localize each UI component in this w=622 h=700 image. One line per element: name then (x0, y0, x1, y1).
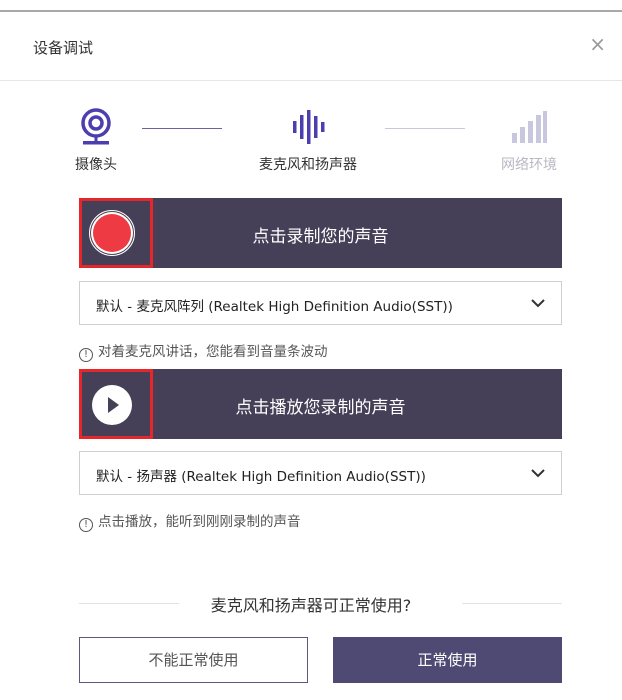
confirm-question: 麦克风和扬声器可正常使用? (210, 596, 412, 615)
record-label: 点击录制您的声音 (252, 227, 389, 247)
step-audio: 麦克风和扬声器 (238, 106, 378, 174)
record-button[interactable]: 点击录制您的声音 (79, 198, 562, 268)
working-button[interactable]: 正常使用 (333, 637, 562, 683)
speaker-hint-text: 点击播放，能听到刚刚录制的声音 (98, 514, 301, 530)
speaker-hint: ! 点击播放，能听到刚刚录制的声音 (79, 510, 301, 532)
play-recording-button[interactable]: 点击播放您录制的声音 (79, 369, 562, 439)
dialog-title: 设备调试 (33, 39, 94, 57)
close-icon[interactable]: × (589, 34, 606, 54)
step-label-network: 网络环境 (501, 157, 557, 173)
step-label-camera: 摄像头 (75, 157, 117, 173)
dialog-header: 设备调试 × (0, 12, 622, 81)
speaker-select-value: 默认 - 扬声器 (Realtek High Definition Audio(… (96, 469, 426, 485)
step-connector (385, 128, 465, 129)
audio-wave-icon (238, 106, 378, 148)
microphone-select-value: 默认 - 麦克风阵列 (Realtek High Definition Audi… (96, 299, 453, 315)
info-icon: ! (79, 348, 93, 362)
chevron-down-icon (531, 294, 545, 316)
divider-right (462, 603, 562, 604)
play-label: 点击播放您录制的声音 (235, 398, 406, 418)
chevron-down-icon (531, 464, 545, 486)
signal-bars-icon (484, 106, 574, 148)
microphone-select[interactable]: 默认 - 麦克风阵列 (Realtek High Definition Audi… (79, 281, 562, 325)
webcam-icon (60, 106, 132, 148)
step-label-audio: 麦克风和扬声器 (259, 157, 357, 173)
not-working-button[interactable]: 不能正常使用 (79, 637, 308, 683)
top-divider (0, 0, 622, 12)
microphone-hint-text: 对着麦克风讲话，您能看到音量条波动 (98, 344, 328, 360)
step-network: 网络环境 (484, 106, 574, 174)
speaker-select[interactable]: 默认 - 扬声器 (Realtek High Definition Audio(… (79, 451, 562, 495)
step-connector (142, 128, 222, 129)
step-camera: 摄像头 (60, 106, 132, 174)
microphone-hint: ! 对着麦克风讲话，您能看到音量条波动 (79, 340, 328, 362)
info-icon: ! (79, 518, 93, 532)
